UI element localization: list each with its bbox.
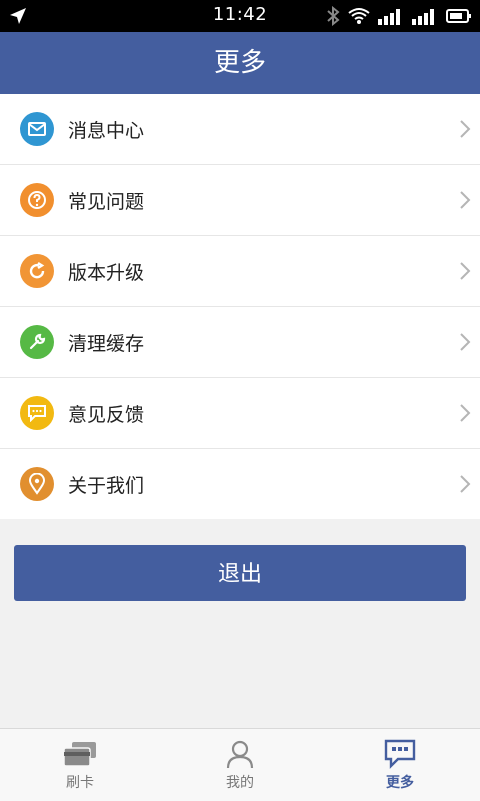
user-icon [220, 738, 260, 770]
tab-mine[interactable]: 我的 [160, 729, 320, 801]
menu-item-message-center[interactable]: 消息中心 [0, 94, 480, 165]
wifi-icon [348, 7, 370, 29]
chat-icon [20, 396, 54, 430]
more-chat-icon [380, 738, 420, 770]
chevron-right-icon [458, 260, 472, 282]
menu-item-clear-cache[interactable]: 清理缓存 [0, 307, 480, 378]
more-menu-list: 消息中心 常见问题 版本升级 清理缓存 意见反馈 关于我们 [0, 94, 480, 519]
chevron-right-icon [458, 331, 472, 353]
battery-icon [446, 8, 472, 28]
refresh-icon [20, 254, 54, 288]
tab-label: 更多 [386, 775, 414, 791]
menu-item-about-us[interactable]: 关于我们 [0, 449, 480, 519]
tab-label: 刷卡 [66, 775, 94, 791]
tab-label: 我的 [226, 775, 254, 791]
tab-more[interactable]: 更多 [320, 729, 480, 801]
signal-2-icon [412, 7, 438, 29]
page-title: 更多 [213, 48, 266, 78]
chevron-right-icon [458, 118, 472, 140]
logout-button[interactable]: 退出 [14, 545, 466, 601]
menu-item-version-upgrade[interactable]: 版本升级 [0, 236, 480, 307]
bluetooth-icon [326, 5, 340, 30]
menu-item-label: 常见问题 [68, 190, 145, 213]
chevron-right-icon [458, 189, 472, 211]
menu-item-label: 消息中心 [68, 119, 145, 142]
menu-item-label: 意见反馈 [68, 403, 145, 426]
menu-item-feedback[interactable]: 意见反馈 [0, 378, 480, 449]
chevron-right-icon [458, 402, 472, 424]
bottom-nav: 刷卡 我的 更多 [0, 728, 480, 801]
question-icon [20, 183, 54, 217]
menu-item-label: 版本升级 [68, 261, 145, 284]
wrench-icon [20, 325, 54, 359]
menu-item-label: 关于我们 [68, 474, 145, 497]
menu-item-faq[interactable]: 常见问题 [0, 165, 480, 236]
location-pin-icon [20, 467, 54, 501]
chevron-right-icon [458, 473, 472, 495]
menu-item-label: 清理缓存 [68, 332, 145, 355]
app-bar: 更多 [0, 32, 480, 94]
mail-icon [20, 112, 54, 146]
card-icon [60, 738, 100, 770]
status-bar: 11:42 [0, 0, 480, 32]
tab-swipe-card[interactable]: 刷卡 [0, 729, 160, 801]
signal-icon [378, 7, 404, 29]
